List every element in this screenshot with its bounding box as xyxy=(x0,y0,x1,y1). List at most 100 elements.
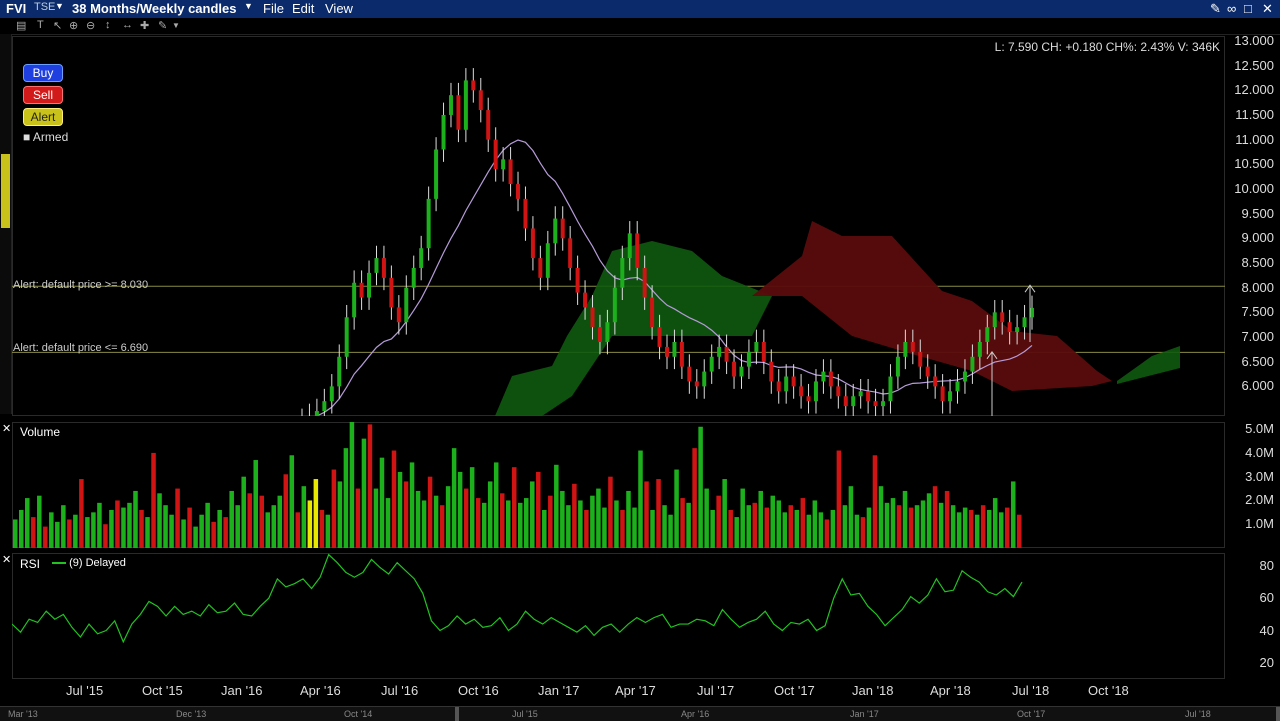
time-axis-label: Apr '17 xyxy=(615,683,656,698)
scrollbar-thumb[interactable] xyxy=(1,154,10,228)
chart-type-icon[interactable]: ▤ xyxy=(16,19,26,32)
volume-bar xyxy=(223,517,228,548)
volume-bar xyxy=(427,476,433,548)
volume-bar xyxy=(211,521,216,548)
crosshair-icon[interactable]: ✚ xyxy=(140,19,149,32)
volume-bar xyxy=(842,505,848,548)
volume-bar xyxy=(698,426,703,548)
scrollbar-right-handle[interactable] xyxy=(1276,707,1280,721)
volume-bar xyxy=(415,490,421,548)
volume-bar xyxy=(674,469,679,548)
volume-chart[interactable] xyxy=(12,422,1225,548)
volume-bar xyxy=(283,474,289,548)
candle-body xyxy=(396,307,401,323)
volume-bar xyxy=(524,498,529,548)
zoom-out-icon[interactable]: ⊖ xyxy=(86,19,95,32)
volume-bar xyxy=(914,505,920,548)
time-axis-label: Oct '15 xyxy=(142,683,183,698)
rsi-chart[interactable] xyxy=(12,553,1225,679)
symbol-label[interactable]: FVI xyxy=(6,1,26,16)
volume-bar xyxy=(584,509,589,548)
candle-body xyxy=(806,396,811,402)
close-icon[interactable]: ✕ xyxy=(1262,1,1273,17)
volume-bar xyxy=(776,500,782,548)
price-tick-label: 9.500 xyxy=(1241,205,1274,221)
candle-body xyxy=(471,80,476,91)
candle-body xyxy=(434,149,439,199)
volume-bar xyxy=(848,486,854,548)
volume-bar xyxy=(548,495,553,548)
text-tool-icon[interactable]: T xyxy=(37,19,44,31)
candle-body xyxy=(866,391,871,402)
volume-bar xyxy=(391,450,397,548)
volume-bar xyxy=(259,495,264,548)
exchange-label[interactable]: TSE xyxy=(34,1,55,13)
volume-bar xyxy=(379,457,385,548)
armed-label: Armed xyxy=(32,130,69,144)
candle-body xyxy=(918,351,923,367)
candle-body xyxy=(657,327,662,347)
volume-bar xyxy=(55,521,60,548)
volume-bar xyxy=(710,509,715,548)
volume-bar xyxy=(758,490,763,548)
volume-bar xyxy=(49,512,54,548)
candle-body xyxy=(359,282,364,298)
price-tick-label: 10.000 xyxy=(1234,180,1274,196)
pan-icon[interactable]: ↕ xyxy=(105,19,111,31)
sell-button[interactable]: Sell xyxy=(23,86,63,104)
menu-view[interactable]: View xyxy=(325,1,353,16)
time-scrollbar[interactable]: Mar '13 Dec '13 Oct '14 Jul '15 Apr '16 Jan '… xyxy=(0,706,1280,721)
rsi-axis[interactable]: 80 60 40 20 xyxy=(1226,553,1280,679)
alert-label-upper[interactable]: Alert: default price >= 8.030 xyxy=(13,279,148,291)
menu-edit[interactable]: Edit xyxy=(292,1,314,16)
rsi-close-icon[interactable]: ✕ xyxy=(2,553,11,566)
price-scrollbar[interactable] xyxy=(0,34,12,414)
volume-bar xyxy=(37,495,42,548)
price-axis[interactable]: 13.000 12.500 12.000 11.500 11.000 10.500 10.0… xyxy=(1226,33,1280,416)
chain-icon[interactable]: ∞ xyxy=(1227,1,1236,16)
candle-body xyxy=(821,371,826,382)
candle-body xyxy=(560,218,565,239)
draw-tool-dropdown-icon[interactable]: ▼ xyxy=(172,21,180,30)
candle-body xyxy=(419,248,424,268)
armed-checkbox[interactable]: ■ Armed xyxy=(23,130,68,144)
candle-body xyxy=(948,391,953,402)
exchange-dropdown-icon[interactable]: ▼ xyxy=(55,1,64,11)
volume-bar xyxy=(572,483,577,548)
volume-close-icon[interactable]: ✕ xyxy=(2,422,11,435)
candle-body xyxy=(426,198,431,249)
fit-icon[interactable]: ↔ xyxy=(122,19,133,31)
menu-file[interactable]: File xyxy=(263,1,284,16)
volume-bar xyxy=(530,481,535,548)
alert-label-lower[interactable]: Alert: default price <= 6.690 xyxy=(13,342,148,354)
scroll-date-label: Jul '18 xyxy=(1185,709,1211,719)
zoom-in-icon[interactable]: ⊕ xyxy=(69,19,78,32)
candle-body xyxy=(903,341,908,357)
candle-body xyxy=(314,411,319,416)
time-axis-label: Oct '16 xyxy=(458,683,499,698)
candle-body xyxy=(962,371,967,382)
alert-button[interactable]: Alert xyxy=(23,108,63,126)
volume-bar xyxy=(175,488,180,548)
draw-tool-icon[interactable]: ✎ xyxy=(158,19,167,32)
volume-bar xyxy=(620,509,625,548)
period-label[interactable]: 38 Months/Weekly candles xyxy=(72,1,237,16)
candle-body xyxy=(940,386,945,402)
price-chart[interactable] xyxy=(12,36,1225,416)
expand-icon[interactable]: □ xyxy=(1244,1,1252,16)
volume-bar xyxy=(145,517,150,548)
cursor-tool-icon[interactable]: ↖ xyxy=(53,19,62,32)
volume-bar xyxy=(325,514,331,548)
link-icon[interactable]: ✎ xyxy=(1210,1,1221,17)
volume-axis[interactable]: 5.0M 4.0M 3.0M 2.0M 1.0M xyxy=(1226,421,1280,548)
candle-body xyxy=(858,391,863,397)
volume-bar xyxy=(73,514,78,548)
volume-bar xyxy=(61,505,66,548)
scrollbar-left-handle[interactable] xyxy=(455,707,459,721)
volume-bar xyxy=(728,509,733,548)
buy-button[interactable]: Buy xyxy=(23,64,63,82)
candle-body xyxy=(769,361,774,382)
volume-bar xyxy=(962,507,968,548)
candle-body xyxy=(881,401,886,407)
period-dropdown-icon[interactable]: ▼ xyxy=(244,1,253,11)
